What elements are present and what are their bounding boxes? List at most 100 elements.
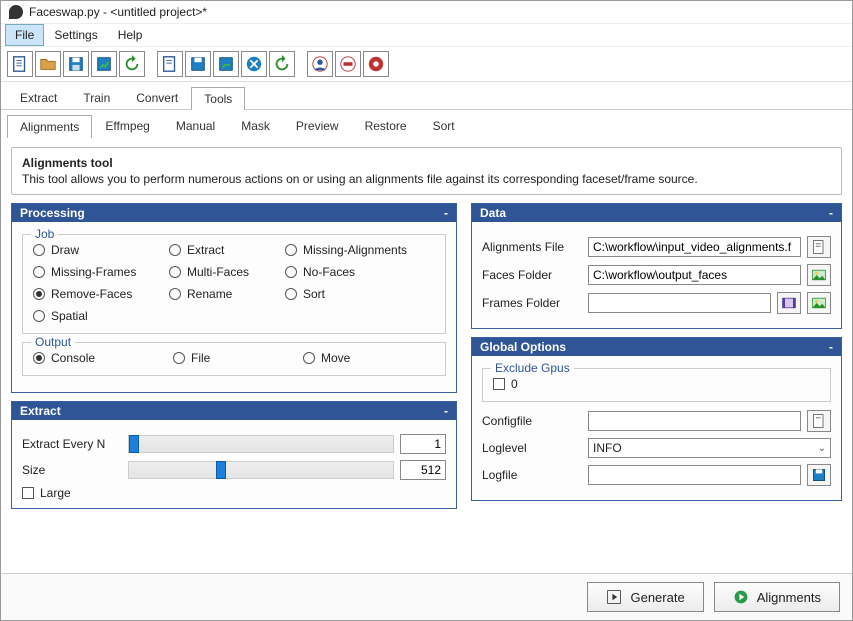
faces-folder-label: Faces Folder — [482, 268, 582, 282]
browse-file-icon[interactable] — [807, 236, 831, 258]
size-label: Size — [22, 463, 122, 477]
new-project-icon[interactable] — [7, 51, 33, 77]
menu-help[interactable]: Help — [108, 24, 153, 46]
logfile-input[interactable] — [588, 465, 801, 485]
radio-icon — [169, 266, 181, 278]
loglevel-select[interactable]: INFO ⌄ — [588, 438, 831, 458]
every-n-label: Extract Every N — [22, 437, 122, 451]
toolbar — [1, 47, 852, 82]
global-options-panel: Global Options- Exclude Gpus 0 Configfil… — [471, 337, 842, 501]
browse-video-icon[interactable] — [777, 292, 801, 314]
tab-tools[interactable]: Tools — [191, 87, 245, 110]
job-option-spatial[interactable]: Spatial — [33, 309, 163, 323]
subtab-alignments[interactable]: Alignments — [7, 115, 92, 138]
chevron-down-icon: ⌄ — [818, 443, 826, 454]
radio-icon — [285, 244, 297, 256]
job-option-sort[interactable]: Sort — [285, 287, 435, 301]
size-slider[interactable] — [128, 461, 394, 479]
alignments-label: Alignments — [757, 590, 821, 605]
configfile-input[interactable] — [588, 411, 801, 431]
tab-train[interactable]: Train — [70, 86, 123, 109]
radio-icon — [169, 244, 181, 256]
subtab-sort[interactable]: Sort — [420, 114, 468, 137]
large-checkbox[interactable]: Large — [22, 486, 446, 500]
job-option-remove-faces[interactable]: Remove-Faces — [33, 287, 163, 301]
every-n-slider[interactable] — [128, 435, 394, 453]
browse-image-icon[interactable] — [807, 264, 831, 286]
record-icon[interactable] — [335, 51, 361, 77]
export-icon — [606, 589, 622, 605]
subtab-manual[interactable]: Manual — [163, 114, 228, 137]
save-project-icon[interactable] — [63, 51, 89, 77]
save-as-project-icon[interactable] — [91, 51, 117, 77]
tab-convert[interactable]: Convert — [123, 86, 191, 109]
user-icon[interactable] — [307, 51, 333, 77]
alignments-file-input[interactable] — [588, 237, 801, 257]
processing-title: Processing — [20, 206, 85, 220]
data-collapse-icon[interactable]: - — [829, 206, 833, 220]
subtab-mask[interactable]: Mask — [228, 114, 283, 137]
job-option-missing-frames[interactable]: Missing-Frames — [33, 265, 163, 279]
extract-collapse-icon[interactable]: - — [444, 404, 448, 418]
every-n-input[interactable] — [400, 434, 446, 454]
job-option-extract[interactable]: Extract — [169, 243, 279, 257]
radio-icon — [303, 352, 315, 364]
menu-settings[interactable]: Settings — [44, 24, 107, 46]
save-file-icon[interactable] — [807, 464, 831, 486]
job-option-rename[interactable]: Rename — [169, 287, 279, 301]
menu-file[interactable]: File — [5, 24, 44, 46]
extract-title: Extract — [20, 404, 61, 418]
size-input[interactable] — [400, 460, 446, 480]
generate-button[interactable]: Generate — [587, 582, 703, 612]
open-project-icon[interactable] — [35, 51, 61, 77]
job-label: Missing-Frames — [51, 265, 136, 279]
stop-icon[interactable] — [363, 51, 389, 77]
frames-folder-label: Frames Folder — [482, 296, 582, 310]
output-label: Console — [51, 351, 95, 365]
output-label: Move — [321, 351, 350, 365]
processing-collapse-icon[interactable]: - — [444, 206, 448, 220]
subtab-preview[interactable]: Preview — [283, 114, 352, 137]
large-label: Large — [40, 486, 71, 500]
radio-icon — [173, 352, 185, 364]
save-all-icon[interactable] — [213, 51, 239, 77]
job-option-multi-faces[interactable]: Multi-Faces — [169, 265, 279, 279]
job-option-missing-alignments[interactable]: Missing-Alignments — [285, 243, 435, 257]
job-option-no-faces[interactable]: No-Faces — [285, 265, 435, 279]
output-legend: Output — [31, 335, 75, 349]
frames-folder-input[interactable] — [588, 293, 771, 313]
exclude-gpus-legend: Exclude Gpus — [491, 361, 574, 375]
close-doc-icon[interactable] — [241, 51, 267, 77]
save-icon[interactable] — [185, 51, 211, 77]
subtab-effmpeg[interactable]: Effmpeg — [92, 114, 162, 137]
processing-panel: Processing- Job DrawExtractMissing-Align… — [11, 203, 457, 393]
reload-project-icon[interactable] — [119, 51, 145, 77]
description-body: This tool allows you to perform numerous… — [22, 172, 831, 186]
output-option-file[interactable]: File — [173, 351, 303, 365]
checkbox-icon — [22, 487, 34, 499]
new-doc-icon[interactable] — [157, 51, 183, 77]
alignments-button[interactable]: Alignments — [714, 582, 840, 612]
radio-icon — [285, 288, 297, 300]
loglevel-label: Loglevel — [482, 441, 582, 455]
faces-folder-input[interactable] — [588, 265, 801, 285]
radio-icon — [169, 288, 181, 300]
radio-icon — [285, 266, 297, 278]
job-option-draw[interactable]: Draw — [33, 243, 163, 257]
browse-image-icon-2[interactable] — [807, 292, 831, 314]
main-tabs: Extract Train Convert Tools — [1, 82, 852, 109]
alignments-file-label: Alignments File — [482, 240, 582, 254]
refresh-icon[interactable] — [269, 51, 295, 77]
radio-icon — [33, 352, 45, 364]
tab-extract[interactable]: Extract — [7, 86, 70, 109]
output-option-move[interactable]: Move — [303, 351, 403, 365]
action-bar: Generate Alignments — [1, 573, 852, 620]
output-label: File — [191, 351, 210, 365]
job-label: Spatial — [51, 309, 88, 323]
global-collapse-icon[interactable]: - — [829, 340, 833, 354]
window-title: Faceswap.py - <untitled project>* — [29, 5, 207, 19]
output-option-console[interactable]: Console — [33, 351, 173, 365]
subtab-restore[interactable]: Restore — [352, 114, 420, 137]
browse-file-icon-2[interactable] — [807, 410, 831, 432]
gpu-0-checkbox[interactable]: 0 — [493, 377, 820, 391]
